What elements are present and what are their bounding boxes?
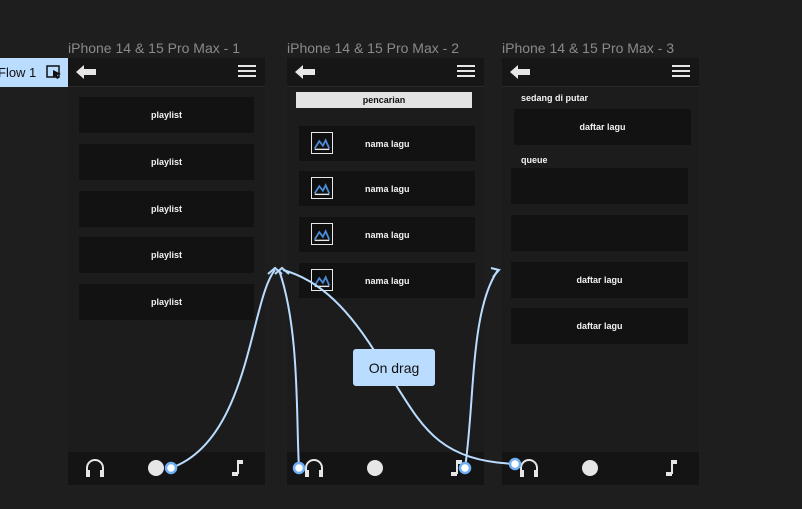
prototype-connections [164,266,522,475]
connection-line [278,269,300,469]
connection-origin-dot [164,461,178,475]
connection-line [170,269,276,469]
interaction-trigger-label[interactable]: On drag [353,349,435,386]
connection-origin-dot [458,461,472,475]
connection-origin-dot [508,457,522,471]
arrowhead [490,267,501,278]
connection-line [464,269,499,469]
connection-origin-dot [292,461,306,475]
